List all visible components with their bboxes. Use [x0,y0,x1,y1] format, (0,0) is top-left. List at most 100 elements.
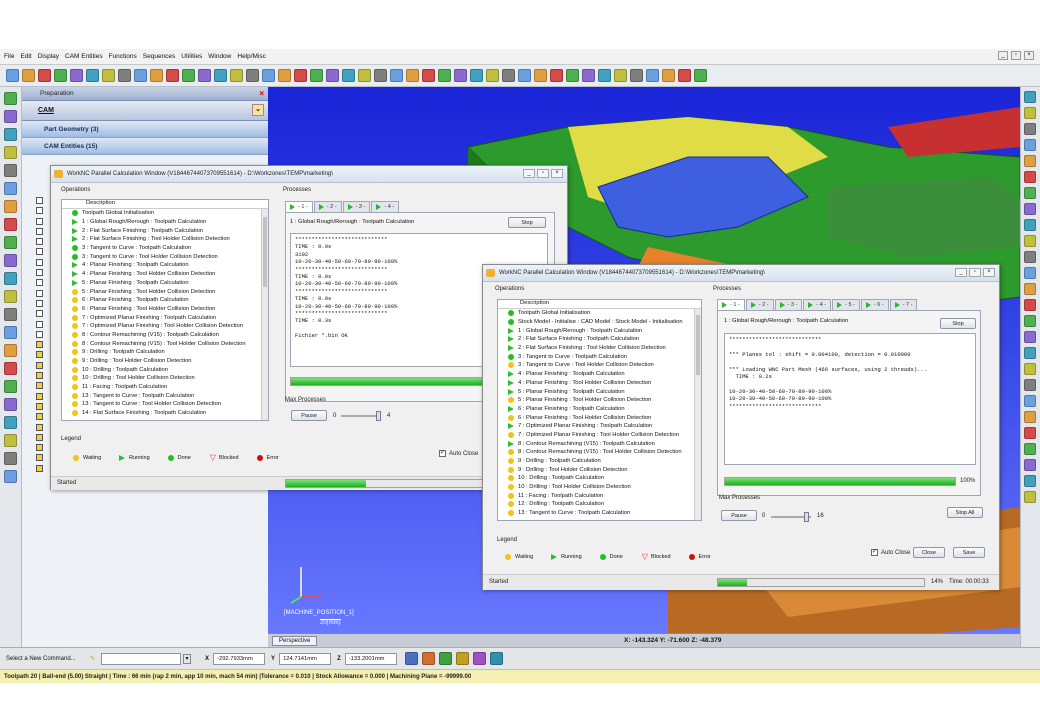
tool-icon[interactable] [134,69,147,82]
entity-checkbox[interactable] [36,423,43,431]
tool-icon[interactable] [150,69,163,82]
operation-row[interactable]: 8 : Contour Remachining (V15) : Tool Hol… [70,339,268,348]
operation-row[interactable]: 6 : Planar Finishing : Toolpath Calculat… [70,296,268,305]
right-tool-icon[interactable] [1024,187,1036,199]
right-tool-icon[interactable] [1024,107,1036,119]
pause-button[interactable]: Pause [721,510,757,521]
scrollbar[interactable] [694,309,701,520]
tool-icon[interactable] [422,69,435,82]
y-field[interactable]: 124.7141mm [279,652,332,665]
tool-icon[interactable] [502,69,515,82]
left-tool-icon[interactable] [4,254,17,267]
tool-icon[interactable] [518,69,531,82]
menu-item[interactable]: Edit [20,53,31,60]
command-tool-icon[interactable] [489,652,503,665]
left-tool-icon[interactable] [4,290,17,303]
tool-icon[interactable] [38,69,51,82]
left-tool-icon[interactable] [4,218,17,231]
menu-item[interactable]: Sequences [143,53,176,60]
tool-icon[interactable] [454,69,467,82]
right-tool-icon[interactable] [1024,283,1036,295]
command-tool-icon[interactable] [438,652,452,665]
tab-process-4[interactable]: - 4 - [371,201,400,212]
tool-icon[interactable] [262,69,275,82]
entity-checkbox[interactable] [36,279,43,287]
left-tool-icon[interactable] [4,236,17,249]
tool-icon[interactable] [390,69,403,82]
tool-icon[interactable] [182,69,195,82]
entity-checkbox[interactable] [36,433,43,441]
right-tool-icon[interactable] [1024,459,1036,471]
entity-checkbox[interactable] [36,320,43,328]
menu-item[interactable]: Help/Misc [237,53,266,60]
tool-icon[interactable] [566,69,579,82]
right-tool-icon[interactable] [1024,411,1036,423]
tool-icon[interactable] [694,69,707,82]
left-tool-icon[interactable] [4,92,17,105]
operation-row[interactable]: 2 : Flat Surface Finishing : Tool Holder… [70,235,268,244]
menu-item[interactable]: Utilities [181,53,202,60]
operation-row[interactable]: 6 : Planar Finishing : Tool Holder Colli… [70,305,268,314]
tool-icon[interactable] [22,69,35,82]
left-tool-icon[interactable] [4,200,17,213]
operation-row[interactable]: 10 : Drilling : Tool Holder Collision De… [70,374,268,383]
tool-icon[interactable] [230,69,243,82]
right-tool-icon[interactable] [1024,251,1036,263]
tool-icon[interactable] [678,69,691,82]
tool-icon[interactable] [70,69,83,82]
tool-icon[interactable] [630,69,643,82]
tool-icon[interactable] [486,69,499,82]
operation-row[interactable]: 8 : Contour Remachining (V15) : Toolpath… [506,439,701,448]
tool-icon[interactable] [278,69,291,82]
tool-icon[interactable] [406,69,419,82]
tool-icon[interactable] [326,69,339,82]
close-icon[interactable]: × [983,268,995,277]
operation-row[interactable]: 1 : Global Rough/Rerough : Toolpath Calc… [70,218,268,227]
entity-checkbox[interactable] [36,310,43,318]
operation-row[interactable]: 5 : Planar Finishing : Toolpath Calculat… [506,387,701,396]
menu-item[interactable]: CAM Entities [65,53,103,60]
tab-perspective[interactable]: Perspective [272,636,318,646]
tool-icon[interactable] [246,69,259,82]
left-tool-icon[interactable] [4,182,17,195]
tool-icon[interactable] [374,69,387,82]
stop-button[interactable]: Stop [508,217,546,228]
left-tool-icon[interactable] [4,272,17,285]
autoclose-checkbox[interactable]: ✓ [871,549,878,556]
operation-row[interactable]: 5 : Planar Finishing : Tool Holder Colli… [70,287,268,296]
operation-row[interactable]: 4 : Planar Finishing : Toolpath Calculat… [506,370,701,379]
minimize-icon[interactable]: _ [523,169,535,178]
operation-row[interactable]: Toolpath Global Initialisation [70,209,268,218]
max-processes-slider[interactable] [771,512,811,522]
entity-checkbox[interactable] [36,392,43,400]
minimize-icon[interactable]: _ [998,51,1008,60]
left-tool-icon[interactable] [4,110,17,123]
tool-icon[interactable] [166,69,179,82]
right-tool-icon[interactable] [1024,299,1036,311]
pencil-icon[interactable]: ✎ [90,655,95,662]
operation-row[interactable]: 3 : Tangent to Curve : Toolpath Calculat… [506,352,701,361]
scrollbar[interactable] [261,209,268,420]
operation-row[interactable]: 9 : Drilling : Toolpath Calculation [70,348,268,357]
left-tool-icon[interactable] [4,416,17,429]
operation-row[interactable]: 9 : Drilling : Toolpath Calculation [506,457,701,466]
panel-close-icon[interactable]: × [259,89,264,98]
operation-row[interactable]: 10 : Drilling : Toolpath Calculation [506,474,701,483]
right-tool-icon[interactable] [1024,379,1036,391]
operation-row[interactable]: 6 : Planar Finishing : Toolpath Calculat… [506,405,701,414]
operations-list[interactable]: Description Toolpath Global Initialisati… [61,199,269,421]
operation-row[interactable]: 5 : Planar Finishing : Toolpath Calculat… [70,279,268,288]
entity-checkbox[interactable] [36,207,43,215]
right-tool-icon[interactable] [1024,155,1036,167]
autoclose-checkbox[interactable]: ✓ [439,450,446,457]
left-tool-icon[interactable] [4,398,17,411]
tab-process-4[interactable]: - 4 - [803,299,832,310]
operation-row[interactable]: 2 : Flat Surface Finishing : Tool Holder… [506,344,701,353]
operation-row[interactable]: 14 : Flat Surface Finishing : Toolpath C… [70,409,268,418]
section-cam-entities[interactable]: CAM Entities (15) [22,138,268,155]
right-tool-icon[interactable] [1024,427,1036,439]
tab-process-1[interactable]: - 1 - [285,201,313,212]
entity-checkbox[interactable] [36,289,43,297]
tool-icon[interactable] [294,69,307,82]
tool-icon[interactable] [646,69,659,82]
